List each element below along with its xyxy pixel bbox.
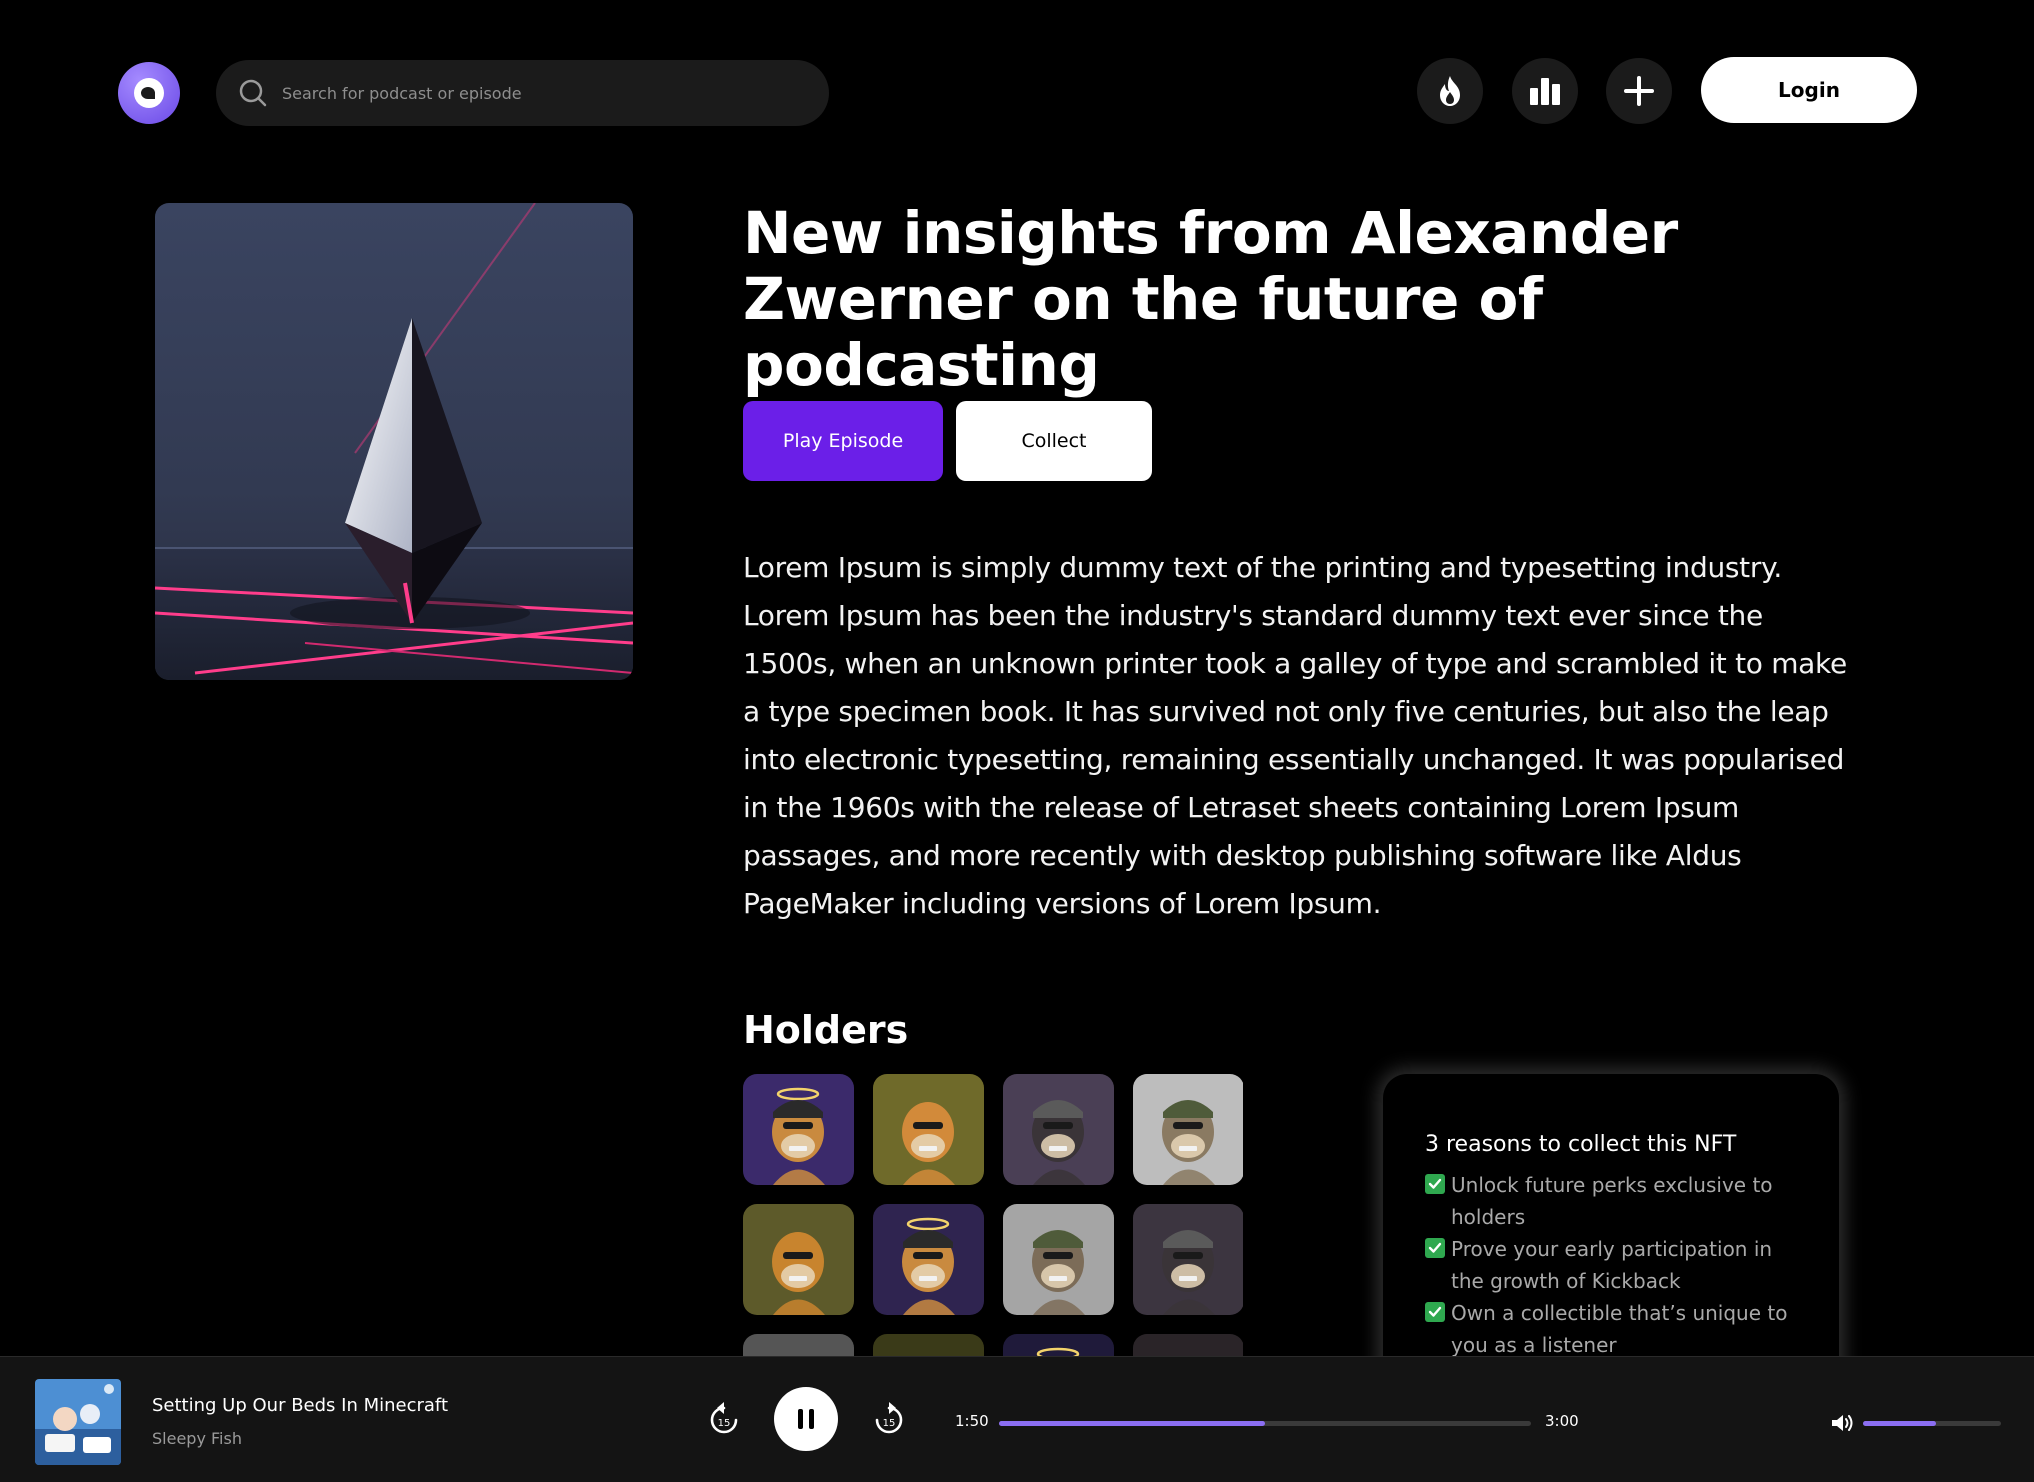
rewind-15-icon: 15: [710, 1402, 738, 1434]
track-artist[interactable]: Sleepy Fish: [152, 1429, 242, 1448]
nft-reason-text: Own a collectible that’s unique to you a…: [1451, 1301, 1788, 1357]
chart-icon: [1530, 78, 1560, 105]
holder-avatar[interactable]: [1003, 1204, 1114, 1315]
audio-player-bar: Setting Up Our Beds In Minecraft Sleepy …: [0, 1356, 2034, 1482]
svg-text:15: 15: [883, 1418, 896, 1429]
volume-slider-fill: [1863, 1421, 1937, 1426]
nft-reasons-card: 3 reasons to collect this NFT Unlock fut…: [1383, 1074, 1839, 1404]
checkmark-icon: [1425, 1174, 1445, 1194]
collect-button[interactable]: Collect: [956, 401, 1152, 481]
rewind-15-button[interactable]: 15: [707, 1401, 741, 1437]
login-button[interactable]: Login: [1701, 57, 1917, 123]
checkmark-icon: [1425, 1302, 1445, 1322]
progress-bar[interactable]: [999, 1421, 1531, 1426]
episode-title: New insights from Alexander Zwerner on t…: [743, 199, 1678, 399]
search-icon: [236, 76, 270, 110]
logo-icon: [134, 78, 164, 108]
app-logo[interactable]: [118, 62, 180, 124]
volume-button[interactable]: [1828, 1409, 1856, 1437]
fire-icon: [1440, 76, 1460, 106]
holder-avatar[interactable]: [1133, 1074, 1243, 1185]
progress-bar-fill: [999, 1421, 1265, 1426]
volume-icon: [1832, 1415, 1853, 1431]
nft-reason-item: Own a collectible that’s unique to you a…: [1425, 1297, 1797, 1361]
track-thumbnail[interactable]: [35, 1379, 121, 1465]
holders-heading: Holders: [743, 1008, 909, 1052]
volume-slider[interactable]: [1863, 1421, 2001, 1426]
episode-cover-art: [155, 203, 633, 680]
episode-description: Lorem Ipsum is simply dummy text of the …: [743, 551, 1847, 920]
nft-reason-item: Unlock future perks exclusive to holders: [1425, 1169, 1797, 1233]
nft-card-title: 3 reasons to collect this NFT: [1425, 1132, 1737, 1157]
holder-avatar[interactable]: [1003, 1334, 1114, 1356]
play-episode-button[interactable]: Play Episode: [743, 401, 943, 481]
holder-avatar[interactable]: [743, 1334, 854, 1356]
holder-avatar[interactable]: [1133, 1204, 1243, 1315]
holder-avatar[interactable]: [873, 1334, 984, 1356]
holder-avatar[interactable]: [1003, 1074, 1114, 1185]
search-bar[interactable]: [216, 60, 829, 126]
holders-grid: [743, 1074, 1243, 1356]
search-input[interactable]: [282, 83, 782, 103]
nft-reason-item: Prove your early participation in the gr…: [1425, 1233, 1797, 1297]
total-duration: 3:00: [1545, 1412, 1579, 1430]
forward-15-button[interactable]: 15: [872, 1401, 906, 1437]
add-button[interactable]: [1606, 58, 1672, 124]
holder-avatar[interactable]: [743, 1204, 854, 1315]
pause-button[interactable]: [774, 1387, 838, 1451]
checkmark-icon: [1425, 1238, 1445, 1258]
holder-avatar[interactable]: [743, 1074, 854, 1185]
elapsed-time: 1:50: [955, 1412, 989, 1430]
trending-button[interactable]: [1417, 58, 1483, 124]
nft-reason-text: Prove your early participation in the gr…: [1451, 1237, 1773, 1293]
charts-button[interactable]: [1512, 58, 1578, 124]
pause-icon: [798, 1409, 814, 1429]
nft-reason-text: Unlock future perks exclusive to holders: [1451, 1173, 1773, 1229]
track-title[interactable]: Setting Up Our Beds In Minecraft: [152, 1395, 448, 1416]
holder-avatar[interactable]: [873, 1204, 984, 1315]
svg-text:15: 15: [718, 1418, 731, 1429]
holder-avatar[interactable]: [1133, 1334, 1243, 1356]
holder-avatar[interactable]: [873, 1074, 984, 1185]
episode-page: Login: [0, 0, 2034, 1482]
forward-15-icon: 15: [875, 1402, 903, 1434]
plus-icon: [1624, 76, 1654, 106]
